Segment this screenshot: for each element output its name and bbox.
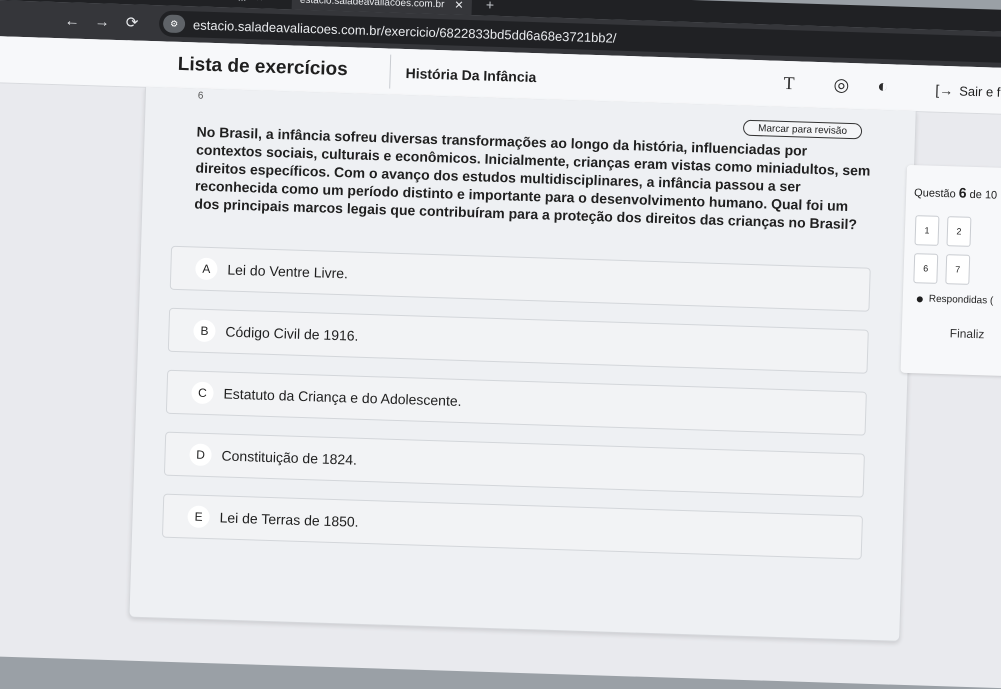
option-text: Estatuto da Criança e do Adolescente. [223,385,462,409]
option-letter: E [187,505,210,529]
option-b[interactable]: B Código Civil de 1916. [167,307,869,374]
option-letter: A [195,257,218,281]
focus-mode-icon[interactable]: ◎ [833,75,849,96]
option-letter: D [189,443,212,467]
option-e[interactable]: E Lei de Terras de 1850. [161,493,863,560]
site-settings-icon[interactable]: ⚙ [162,14,186,34]
mark-review-button[interactable]: Marcar para revisão [742,119,863,140]
question-button-6[interactable]: 6 [913,253,939,284]
option-text: Constituição de 1824. [221,447,358,468]
option-d[interactable]: D Constituição de 1824. [163,431,865,498]
close-tab-icon[interactable]: ✕ [454,0,464,11]
exit-label: Sair e fi [959,82,1001,100]
close-tab-icon[interactable]: × [256,0,263,5]
question-button-2[interactable]: 2 [946,216,972,247]
tab-label: ... [238,0,247,4]
font-size-icon[interactable]: T [783,73,795,94]
forward-icon[interactable]: → [87,13,118,31]
page-title: Lista de exercícios [177,53,349,81]
back-icon[interactable]: ← [57,12,88,30]
question-card: 6 Marcar para revisão No Brasil, a infân… [128,86,917,642]
exit-icon: [→ [935,81,954,99]
question-counter-prefix: Questão [913,187,956,201]
answered-dot-icon [916,295,923,302]
question-number: 6 [197,90,204,102]
option-letter: C [191,381,214,405]
option-letter: B [193,319,216,343]
answered-legend-label: Respondidas ( [928,293,994,307]
question-text: No Brasil, a infância sofreu diversas tr… [194,123,871,233]
option-a[interactable]: A Lei do Ventre Livre. [169,245,871,312]
option-text: Código Civil de 1916. [225,323,359,344]
contrast-icon[interactable]: ◐ [877,76,888,97]
question-counter: Questão 6 de 10 [913,183,998,202]
subject-name: História Da Infância [405,65,537,86]
question-counter-suffix: de 10 [969,188,998,202]
question-button-1[interactable]: 1 [914,215,940,246]
option-text: Lei de Terras de 1850. [219,509,359,530]
exam-page: Lista de exercícios História Da Infância… [0,36,1001,689]
option-text: Lei do Ventre Livre. [227,261,349,282]
reload-icon[interactable]: ⟳ [117,13,148,32]
exit-button[interactable]: [→ Sair e fi [935,82,1001,100]
question-navigator: Questão 6 de 10 1 2 6 7 Respondidas ( Fi… [900,164,1001,378]
address-text: estacio.saladeavaliacoes.com.br/exercici… [192,16,617,46]
tab-label-active: estacio.saladeavaliacoes.com.br [299,0,445,10]
option-c[interactable]: C Estatuto da Criança e do Adolescente. [165,369,867,436]
new-tab-icon[interactable]: + [486,0,495,13]
question-counter-current: 6 [958,184,967,201]
answered-legend: Respondidas ( [916,293,994,307]
header-divider [389,54,392,89]
finish-button[interactable]: Finaliz [950,326,985,341]
question-button-7[interactable]: 7 [945,254,971,285]
